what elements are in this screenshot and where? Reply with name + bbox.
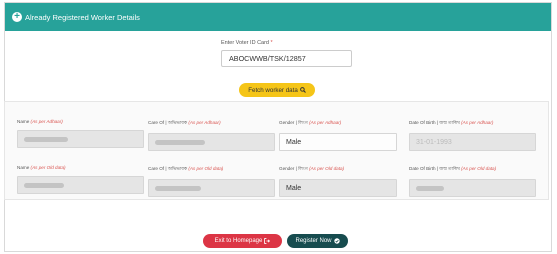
sign-out-icon — [264, 238, 271, 244]
care-of-old-field: Care Of | অভিভাবক (As per Old data) — [148, 165, 275, 197]
exit-to-homepage-button[interactable]: Exit to Homepage — [203, 234, 282, 248]
gender-adhaar-label: Gender | লিংগ (As per Adhaar) — [279, 120, 342, 125]
care-of-adhaar-label: Care Of | অভিভাবক (As per Adhaar) — [148, 120, 221, 125]
dob-old-label: Date Of Birth | জন্ম তাৰিখ (As per Old d… — [409, 166, 497, 171]
name-old-input[interactable] — [17, 176, 144, 194]
care-of-old-label: Care Of | অভিভাবক (As per Old data) — [148, 166, 224, 171]
redacted-text — [155, 139, 205, 145]
worker-details-section: Name (As per Adhaar) Care Of | অভিভাবক (… — [4, 101, 549, 200]
name-old-field: Name (As per Old data) — [17, 165, 144, 194]
dob-adhaar-input[interactable]: 31-01-1993 — [409, 133, 536, 151]
name-old-label: Name (As per Old data) — [17, 165, 66, 170]
voter-id-label: Enter Voter ID Card * — [221, 40, 273, 46]
care-of-adhaar-field: Care Of | অভিভাবক (As per Adhaar) — [148, 119, 275, 151]
search-icon — [299, 87, 306, 93]
fetch-button-label: Fetch worker data — [248, 86, 298, 94]
care-of-old-input[interactable] — [148, 179, 275, 197]
register-now-button[interactable]: Register Now — [287, 234, 348, 248]
gender-old-label: Gender | লিংগ (As per Old data) — [279, 166, 345, 171]
voter-id-group: Enter Voter ID Card * ABOCWWB/TSK/12857 — [221, 40, 352, 67]
redacted-text — [24, 136, 68, 142]
check-circle-icon — [333, 238, 340, 244]
dob-adhaar-label: Date Of Birth | জন্ম তাৰিখ (As per Adhaa… — [409, 120, 494, 125]
care-of-adhaar-input[interactable] — [148, 133, 275, 151]
exit-button-label: Exit to Homepage — [214, 238, 263, 244]
redacted-text — [24, 182, 64, 188]
panel-title: Already Registered Worker Details — [25, 12, 140, 22]
redacted-text — [416, 185, 444, 191]
voter-id-input[interactable]: ABOCWWB/TSK/12857 — [221, 50, 352, 67]
panel-header: + Already Registered Worker Details — [5, 3, 551, 31]
gender-old-field: Gender | লিংগ (As per Old data) Male — [279, 165, 397, 197]
gender-adhaar-input[interactable]: Male — [279, 133, 397, 151]
name-adhaar-label: Name (As per Adhaar) — [17, 119, 63, 124]
gender-adhaar-field: Gender | লিংগ (As per Adhaar) Male — [279, 119, 397, 151]
dob-old-field: Date Of Birth | জন্ম তাৰিখ (As per Old d… — [409, 165, 536, 197]
plus-circle-icon[interactable]: + — [12, 12, 22, 22]
dob-adhaar-field: Date Of Birth | জন্ম তাৰিখ (As per Adhaa… — [409, 119, 536, 151]
redacted-text — [155, 185, 201, 191]
register-button-label: Register Now — [295, 238, 332, 244]
fetch-worker-data-button[interactable]: Fetch worker data — [239, 83, 315, 97]
gender-old-input[interactable]: Male — [279, 179, 397, 197]
name-adhaar-input[interactable] — [17, 130, 144, 148]
dob-old-input[interactable] — [409, 179, 536, 197]
name-adhaar-field: Name (As per Adhaar) — [17, 119, 144, 148]
